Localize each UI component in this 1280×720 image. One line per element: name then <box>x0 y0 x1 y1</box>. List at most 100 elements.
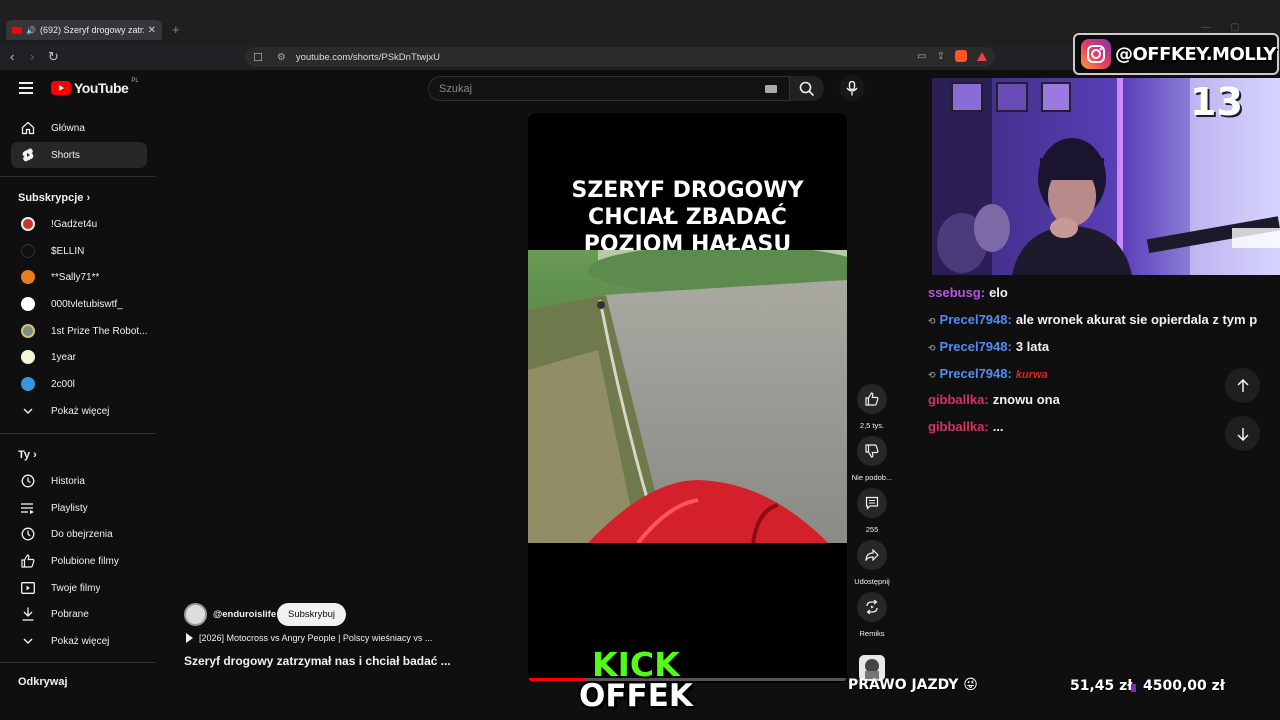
instagram-badge: @OFFKEY.MOLLY <box>1073 33 1279 75</box>
youtube-favicon-icon <box>12 26 22 34</box>
channel-avatar <box>20 324 35 338</box>
sidebar-item-label: 1st Prize The Robot... <box>51 325 147 337</box>
goal-separator-icon <box>1131 684 1136 692</box>
downloads-icon <box>20 607 35 622</box>
explore-header: Odkrywaj <box>18 676 68 688</box>
sidebar-item-label: 2c00l <box>51 378 75 390</box>
divider <box>0 176 156 177</box>
video-progress-fill <box>528 678 586 681</box>
history-icon <box>20 474 35 489</box>
video-title[interactable]: Szeryf drogowy zatrzymał nas i chciał ba… <box>184 654 451 668</box>
stream-goal-text: PRAWO JAZDY 😜 <box>848 677 978 693</box>
sidebar-item-subscription[interactable]: 2c00l <box>11 371 147 397</box>
remix-label: Remiks <box>859 629 885 638</box>
microphone-icon <box>846 80 858 95</box>
you-title: Ty <box>18 449 31 461</box>
sidebar-item-subscription[interactable]: !Gadżet4u <box>11 211 147 237</box>
short-video-player[interactable]: SZERYF DROGOWY CHCIAŁ ZBADAĆ POZIOM HAŁA… <box>528 113 847 683</box>
show-more-you[interactable]: Pokaż więcej <box>11 628 147 654</box>
channel-name[interactable]: @enduroislife <box>213 609 276 620</box>
chat-message: ⟲ Precel7948: ale wronek akurat sie opierd… <box>928 312 1257 327</box>
speaker-icon[interactable]: 🔊 <box>26 26 36 35</box>
kick-logo-text: KICK <box>592 645 680 684</box>
cast-icon[interactable]: ▭ <box>917 51 926 62</box>
sidebar-item-subscription[interactable]: **Sally71** <box>11 264 147 290</box>
channel-avatar <box>20 270 35 284</box>
chat-username: Precel7948: <box>939 312 1012 327</box>
chat-message: ⟲ Precel7948: kurwa <box>928 366 1048 381</box>
remix-action: Remiks <box>851 592 893 638</box>
bookmark-icon[interactable]: ☐ <box>253 51 263 64</box>
thumbs-up-icon <box>865 392 879 406</box>
emoji-icon: 😜 <box>963 677 978 693</box>
sidebar-item-label: Historia <box>51 475 85 487</box>
next-short-button[interactable] <box>1225 416 1260 451</box>
youtube-play-icon <box>51 81 71 95</box>
chat-text: ... <box>992 419 1004 434</box>
sidebar-item-shorts[interactable]: Shorts <box>11 142 147 168</box>
chat-username: ssebusg: <box>928 285 986 300</box>
youtube-logo[interactable]: YouTube PL <box>51 78 139 96</box>
share-page-icon[interactable]: ⇪ <box>937 51 945 62</box>
sidebar-item-subscription[interactable]: 1st Prize The Robot... <box>11 318 147 344</box>
show-more-subscriptions[interactable]: Pokaż więcej <box>11 398 147 424</box>
reload-icon[interactable]: ↻ <box>48 49 59 65</box>
remix-button[interactable] <box>857 592 887 622</box>
voice-search-button[interactable] <box>839 75 865 101</box>
related-video-link[interactable]: [2026] Motocross vs Angry People | Polsc… <box>186 633 432 643</box>
comments-button[interactable] <box>857 488 887 518</box>
sidebar-item-subscription[interactable]: 1year <box>11 344 147 370</box>
video-frame <box>528 250 847 543</box>
streamer-name-text: OFFEK <box>579 678 693 714</box>
show-more-label: Pokaż więcej <box>51 405 110 417</box>
new-tab-icon[interactable]: + <box>172 22 180 37</box>
close-tab-icon[interactable]: ✕ <box>148 25 156 36</box>
search-input[interactable] <box>439 82 765 95</box>
show-more-label: Pokaż więcej <box>51 635 110 647</box>
search-button[interactable] <box>790 76 824 101</box>
url-text[interactable]: youtube.com/shorts/PSkDnTtwjxU <box>296 52 440 63</box>
forward-icon[interactable]: › <box>30 49 34 64</box>
comment-count: 255 <box>865 525 879 534</box>
sidebar-item-subscription[interactable]: 000tvletubiswtf_ <box>11 291 147 317</box>
keyboard-icon[interactable] <box>765 84 777 93</box>
maximize-icon[interactable]: ▢ <box>1230 22 1239 33</box>
sidebar-item-label: Playlisty <box>51 502 88 514</box>
brave-rewards-icon[interactable] <box>977 51 987 61</box>
chat-text: ale wronek akurat sie opierdala z tym p <box>1015 312 1258 327</box>
sidebar-item-downloads[interactable]: Pobrane <box>11 601 147 627</box>
goal-current-amount: 51,45 zł <box>1070 678 1133 694</box>
menu-icon[interactable] <box>19 82 33 97</box>
minimize-icon[interactable]: — <box>1201 22 1211 33</box>
logo-text: YouTube <box>74 80 129 96</box>
you-header[interactable]: Ty › <box>18 449 37 461</box>
share-button[interactable] <box>857 540 887 570</box>
sidebar-item-history[interactable]: Historia <box>11 468 147 494</box>
previous-short-button[interactable] <box>1225 368 1260 403</box>
sidebar-item-subscription[interactable]: $ELLIN <box>11 238 147 264</box>
sidebar-item-watch-later[interactable]: Do obejrzenia <box>11 521 147 547</box>
sidebar-item-home[interactable]: Główna <box>11 115 147 141</box>
address-bar[interactable]: ☐ ⚙ youtube.com/shorts/PSkDnTtwjxU ▭ ⇪ <box>245 47 995 67</box>
subscriptions-title: Subskrypcje <box>18 192 84 204</box>
back-icon[interactable]: ‹ <box>10 49 14 64</box>
subscribe-button[interactable]: Subskrybuj <box>277 603 346 626</box>
sidebar-item-label: 000tvletubiswtf_ <box>51 298 123 310</box>
browser-tab[interactable]: 🔊 (692) Szeryf drogowy zatrzym ✕ <box>6 20 162 40</box>
site-settings-icon[interactable]: ⚙ <box>277 52 286 63</box>
dislike-button[interactable] <box>857 436 887 466</box>
subscriptions-header[interactable]: Subskrypcje › <box>18 192 90 204</box>
like-button[interactable] <box>857 384 887 414</box>
divider <box>0 433 156 434</box>
chat-badge-icon: ⟲ <box>928 343 936 353</box>
sidebar-item-playlists[interactable]: Playlisty <box>11 495 147 521</box>
search-box <box>428 76 790 101</box>
sidebar-item-liked[interactable]: Polubione filmy <box>11 548 147 574</box>
brave-shield-icon[interactable] <box>955 50 967 62</box>
chat-badge-icon: ⟲ <box>928 316 936 326</box>
arrow-up-icon <box>1236 378 1249 392</box>
channel-avatar[interactable] <box>184 603 207 626</box>
chat-text: elo <box>989 285 1008 300</box>
sidebar-item-your-videos[interactable]: Twoje filmy <box>11 575 147 601</box>
video-caption: SZERYF DROGOWY CHCIAŁ ZBADAĆ POZIOM HAŁA… <box>528 177 847 258</box>
